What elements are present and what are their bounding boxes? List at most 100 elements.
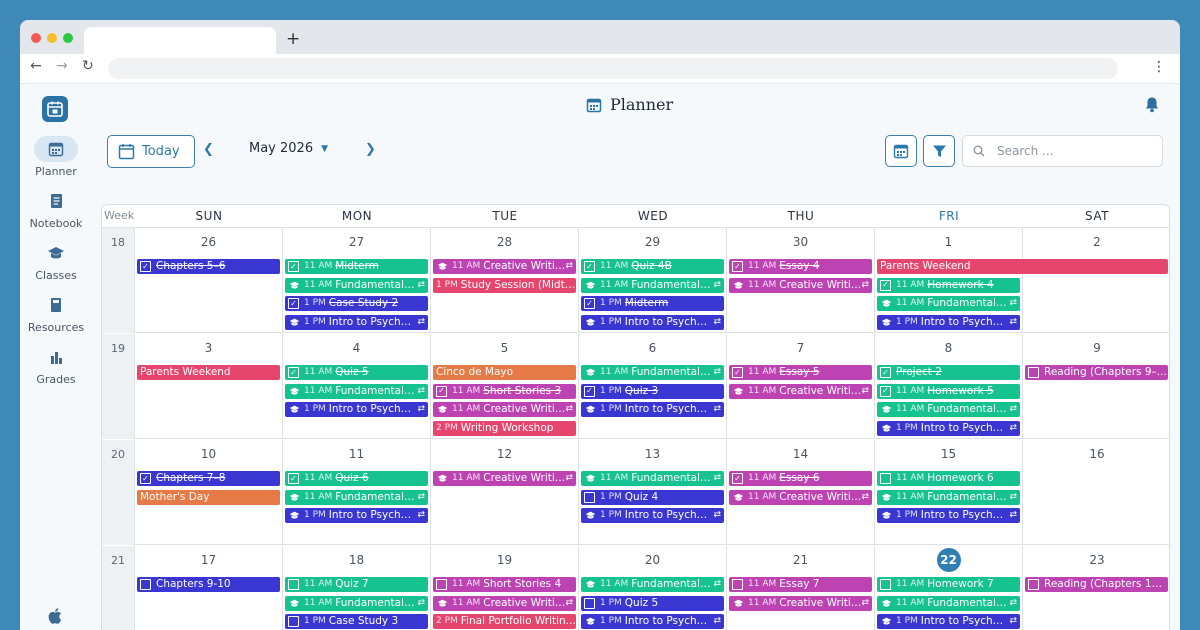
- calendar-event[interactable]: 11 AM Essay 7: [729, 577, 872, 592]
- checkbox-icon[interactable]: [584, 491, 595, 503]
- browser-menu-icon[interactable]: ⋮: [1152, 59, 1166, 75]
- back-arrow-icon[interactable]: ←: [30, 58, 42, 74]
- calendar-event[interactable]: 11 AM Creative Writin... ⇄: [433, 595, 576, 611]
- calendar-event[interactable]: 1 PM Quiz 4: [581, 489, 724, 505]
- calendar-event[interactable]: ✓ 1 PM Midterm: [581, 296, 724, 311]
- checkbox-icon[interactable]: [880, 579, 891, 590]
- calendar-event[interactable]: 11 AM Fundamentals ... ⇄: [285, 277, 428, 293]
- calendar-event[interactable]: Parents Weekend: [137, 365, 280, 380]
- calendar-event[interactable]: ✓ 1 PM Quiz 3: [581, 383, 724, 399]
- calendar-event[interactable]: Chapters 9-10: [137, 577, 280, 592]
- calendar-event[interactable]: 11 AM Fundamentals ... ⇄: [877, 402, 1020, 417]
- calendar-event[interactable]: 11 AM Fundamentals ... ⇄: [285, 489, 428, 505]
- calendar-event[interactable]: 11 AM Creative Writin... ⇄: [729, 383, 872, 399]
- checkbox-checked-icon[interactable]: ✓: [288, 367, 299, 378]
- calendar-event[interactable]: 11 AM Homework 6: [877, 471, 1020, 486]
- sidebar-item-classes[interactable]: Classes: [20, 240, 92, 282]
- month-selector[interactable]: May 2026 ▼: [249, 141, 328, 156]
- calendar-event[interactable]: 1 PM Intro to Psychol... ⇄: [877, 420, 1020, 436]
- checkbox-icon[interactable]: [584, 597, 595, 609]
- sidebar-item-planner[interactable]: Planner: [20, 136, 92, 178]
- day-cell[interactable]: 9: [1023, 334, 1169, 439]
- calendar-view-button[interactable]: [885, 135, 917, 167]
- calendar-event[interactable]: 11 AM Fundamentals ... ⇄: [581, 365, 724, 380]
- checkbox-icon[interactable]: [1028, 367, 1039, 378]
- calendar-event[interactable]: 1 PM Intro to Psychol... ⇄: [877, 614, 1020, 629]
- maximize-window-button[interactable]: [63, 33, 73, 43]
- checkbox-icon[interactable]: [288, 579, 299, 590]
- checkbox-checked-icon[interactable]: ✓: [288, 473, 299, 484]
- browser-tab[interactable]: [84, 27, 276, 54]
- calendar-event[interactable]: 1 PM Intro to Psychol... ⇄: [877, 314, 1020, 330]
- checkbox-checked-icon[interactable]: ✓: [288, 261, 299, 272]
- checkbox-checked-icon[interactable]: ✓: [732, 367, 743, 378]
- calendar-event[interactable]: ✓ 11 AM Homework 5: [877, 383, 1020, 399]
- today-button[interactable]: Today: [107, 135, 195, 168]
- calendar-event[interactable]: ✓ Project 2: [877, 365, 1020, 380]
- checkbox-checked-icon[interactable]: ✓: [732, 473, 743, 484]
- checkbox-icon[interactable]: [140, 579, 151, 590]
- calendar-event[interactable]: 11 AM Fundamentals ... ⇄: [581, 471, 724, 486]
- sidebar-item-notebook[interactable]: Notebook: [20, 188, 92, 230]
- checkbox-icon[interactable]: [288, 616, 299, 627]
- calendar-event[interactable]: ✓ 11 AM Quiz 5: [285, 365, 428, 380]
- calendar-event[interactable]: 1 PM Intro to Psychol... ⇄: [285, 508, 428, 523]
- calendar-event[interactable]: 11 AM Creative Writin... ⇄: [729, 277, 872, 293]
- calendar-event[interactable]: 11 AM Short Stories 4: [433, 577, 576, 592]
- calendar-event[interactable]: 1 PM Intro to Psychol... ⇄: [285, 402, 428, 417]
- chevron-left-icon[interactable]: ❮: [203, 142, 214, 157]
- calendar-event[interactable]: 11 AM Creative Writin... ⇄: [433, 402, 576, 417]
- calendar-event[interactable]: 11 AM Fundamentals ... ⇄: [877, 489, 1020, 505]
- calendar-event[interactable]: 11 AM Homework 7: [877, 577, 1020, 592]
- checkbox-checked-icon[interactable]: ✓: [880, 385, 891, 397]
- day-cell[interactable]: 3: [135, 334, 283, 439]
- minimize-window-button[interactable]: [47, 33, 57, 43]
- calendar-event[interactable]: 11 AM Quiz 7: [285, 577, 428, 592]
- checkbox-checked-icon[interactable]: ✓: [880, 279, 891, 291]
- calendar-event[interactable]: ✓ 11 AM Midterm: [285, 259, 428, 274]
- checkbox-checked-icon[interactable]: ✓: [584, 261, 595, 272]
- chevron-right-icon[interactable]: ❯: [365, 142, 376, 157]
- checkbox-checked-icon[interactable]: ✓: [880, 367, 891, 378]
- sidebar-item-resources[interactable]: Resources: [20, 292, 92, 334]
- checkbox-icon[interactable]: [732, 579, 743, 590]
- calendar-event[interactable]: ✓ 11 AM Essay 4: [729, 259, 872, 274]
- calendar-event[interactable]: ✓ 1 PM Case Study 2: [285, 296, 428, 311]
- search-box[interactable]: [962, 135, 1163, 167]
- calendar-event[interactable]: Reading (Chapters 9–...: [1025, 365, 1168, 380]
- checkbox-icon[interactable]: [1028, 579, 1039, 590]
- calendar-event[interactable]: Mother's Day: [137, 489, 280, 505]
- day-cell[interactable]: 2: [1023, 228, 1169, 333]
- calendar-event[interactable]: 1 PM Intro to Psychol... ⇄: [877, 508, 1020, 523]
- calendar-event[interactable]: 11 AM Creative Writin... ⇄: [729, 489, 872, 505]
- sidebar-item-grades[interactable]: Grades: [20, 344, 92, 386]
- calendar-event[interactable]: 11 AM Fundamentals ... ⇄: [285, 595, 428, 611]
- calendar-event[interactable]: 11 AM Creative Writin... ⇄: [433, 471, 576, 486]
- day-cell[interactable]: 26: [135, 228, 283, 333]
- apple-icon[interactable]: [48, 608, 62, 628]
- app-logo-icon[interactable]: [42, 96, 68, 122]
- calendar-event[interactable]: ✓ 11 AM Essay 5: [729, 365, 872, 380]
- calendar-event[interactable]: ✓ 11 AM Quiz 4B: [581, 259, 724, 274]
- reload-icon[interactable]: ↻: [82, 58, 94, 74]
- checkbox-checked-icon[interactable]: ✓: [584, 385, 595, 397]
- checkbox-checked-icon[interactable]: ✓: [140, 261, 151, 272]
- day-cell[interactable]: 16: [1023, 440, 1169, 545]
- search-input[interactable]: [997, 144, 1147, 158]
- checkbox-icon[interactable]: [436, 579, 447, 590]
- address-bar[interactable]: [108, 58, 1118, 79]
- calendar-event[interactable]: 11 AM Creative Writin... ⇄: [433, 259, 576, 274]
- calendar-event[interactable]: ✓ Chapters 5–6: [137, 259, 280, 274]
- new-tab-icon[interactable]: +: [286, 29, 300, 49]
- calendar-event[interactable]: 11 AM Fundamentals ... ⇄: [285, 383, 428, 399]
- calendar-event[interactable]: ✓ 11 AM Short Stories 3: [433, 383, 576, 399]
- forward-arrow-icon[interactable]: →: [56, 58, 68, 74]
- checkbox-checked-icon[interactable]: ✓: [436, 385, 447, 397]
- bell-icon[interactable]: [1144, 96, 1160, 117]
- calendar-event[interactable]: 11 AM Fundamentals ... ⇄: [877, 296, 1020, 311]
- calendar-event[interactable]: 2 PM Writing Workshop: [433, 420, 576, 436]
- calendar-event[interactable]: Reading (Chapters 13...: [1025, 577, 1168, 592]
- calendar-event[interactable]: ✓ 11 AM Quiz 6: [285, 471, 428, 486]
- calendar-event[interactable]: 1 PM Intro to Psychol... ⇄: [285, 314, 428, 330]
- calendar-event[interactable]: 11 AM Creative Writin... ⇄: [729, 595, 872, 611]
